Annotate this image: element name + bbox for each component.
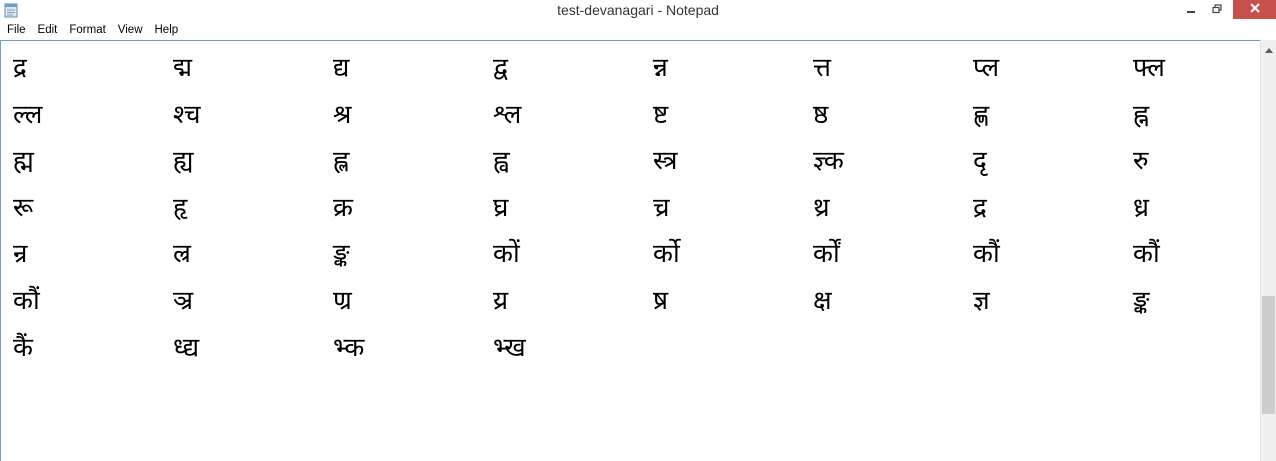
text-token: भ्क [333, 332, 365, 363]
text-token: ष्ठ [813, 99, 829, 130]
text-token: क्र [333, 192, 353, 223]
text-token: न्र [13, 239, 28, 270]
text-token: ह्म [13, 146, 34, 177]
menu-file[interactable]: File [0, 21, 32, 40]
text-token: कैं [13, 332, 33, 363]
text-token: ह्ण [973, 99, 990, 130]
text-token: र्कों [813, 239, 840, 270]
text-token: रु [1133, 146, 1149, 177]
text-token: ल्ल [13, 99, 43, 130]
text-token: स्त्र [653, 146, 678, 177]
text-token: ष्र [653, 285, 669, 316]
text-token: कौं [973, 239, 1000, 270]
text-token: च्र [653, 192, 670, 223]
text-token: प्ल [973, 53, 1000, 83]
text-token: क्ष [813, 285, 832, 316]
text-token: रू [13, 192, 34, 223]
minimize-button[interactable] [1180, 0, 1202, 19]
menu-format[interactable]: Format [63, 21, 111, 40]
text-token: ध्द्य [173, 332, 200, 363]
restore-icon [1212, 1, 1222, 19]
text-content: द्र द्म द्य द्व न्न त्त प्ल फ्ल ल्ल श्च श्र श्ल ष्ट ष… [13, 45, 1276, 371]
text-token: द्य [333, 53, 350, 83]
window-title: test-devanagari - Notepad [557, 2, 719, 18]
close-icon [1249, 1, 1261, 19]
menu-view[interactable]: View [112, 21, 149, 40]
text-token: कौं [1133, 239, 1160, 270]
text-token: श्र [333, 99, 352, 130]
text-token: श्च [173, 99, 201, 130]
close-button[interactable] [1233, 0, 1276, 19]
scroll-thumb[interactable] [1262, 296, 1275, 414]
text-token: न्न [653, 53, 668, 83]
text-token: ञ्र [173, 285, 194, 316]
text-token: कों [493, 239, 520, 270]
title-bar[interactable]: test-devanagari - Notepad [0, 0, 1276, 21]
text-token: दृ [973, 146, 987, 177]
notepad-window: test-devanagari - Notepad File Edit Form… [0, 0, 1276, 461]
menu-bar: File Edit Format View Help [0, 21, 1276, 40]
text-token: श्ल [493, 99, 522, 130]
text-token: ज्ञ्क [813, 146, 844, 177]
text-token: ज्ञ [973, 285, 990, 316]
text-token: भ्ख [493, 332, 526, 363]
text-token: र्को [653, 239, 680, 270]
text-token: कौं [13, 285, 40, 316]
text-token: ध्र [1133, 192, 1149, 223]
text-token: ल्र [173, 239, 191, 270]
text-token: ह्ल [333, 146, 350, 177]
vertical-scrollbar[interactable] [1260, 40, 1276, 461]
text-token: फ्ल [1133, 53, 1165, 83]
text-token: ह्न [1133, 99, 1150, 130]
restore-button[interactable] [1206, 0, 1228, 19]
text-token: हृ [173, 192, 188, 223]
text-token: ह्य [173, 146, 194, 177]
menu-help[interactable]: Help [149, 21, 185, 40]
text-token: य्र [493, 285, 509, 316]
text-token: द्र [13, 53, 27, 83]
text-token: ण्र [333, 285, 352, 316]
scroll-up-button[interactable] [1261, 40, 1276, 57]
text-token: ङ्क [333, 239, 350, 270]
text-token: ङ्क [1133, 285, 1150, 316]
text-token: घ्र [493, 192, 509, 223]
text-token: थ्र [813, 192, 830, 223]
text-token: ह्व [493, 146, 510, 177]
chevron-up-icon [1264, 40, 1273, 58]
text-token: द्म [173, 53, 193, 83]
text-token: द्र [973, 192, 987, 223]
menu-edit[interactable]: Edit [32, 21, 64, 40]
text-token: ष्ट [653, 99, 669, 130]
text-token: द्व [493, 53, 508, 83]
text-token: त्त [813, 53, 831, 83]
minimize-icon [1186, 1, 1196, 19]
text-editor[interactable]: द्र द्म द्य द्व न्न त्त प्ल फ्ल ल्ल श्च श्र श्ल ष्ट ष… [0, 40, 1260, 461]
